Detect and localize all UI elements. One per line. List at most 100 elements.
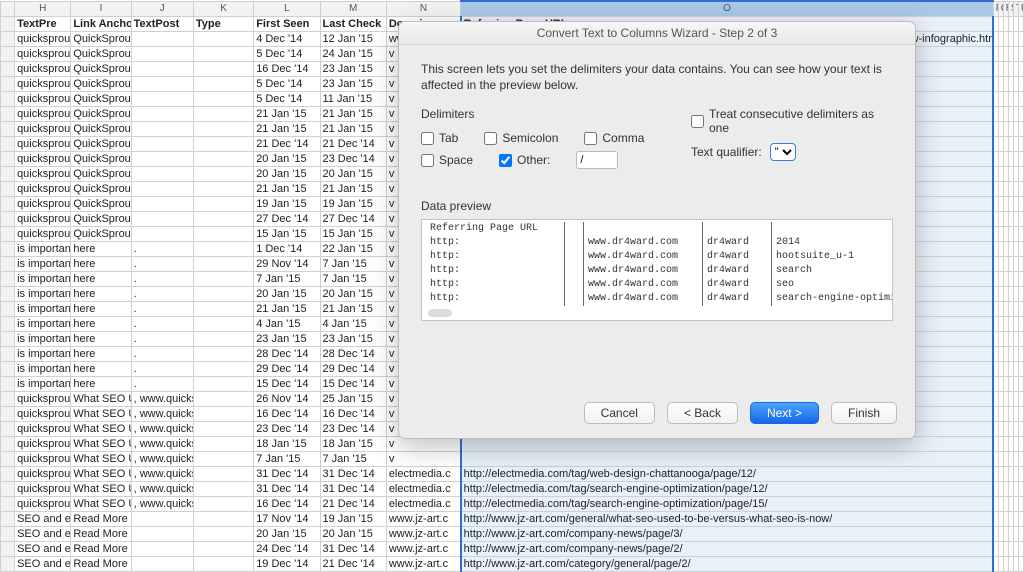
cell[interactable] <box>1018 407 1023 422</box>
cell[interactable]: quicksprout.c <box>15 497 71 512</box>
cell[interactable]: 4 Jan '15 <box>320 317 386 332</box>
cell[interactable]: . <box>131 302 193 317</box>
cell[interactable] <box>1018 242 1023 257</box>
cell[interactable]: electmedia.c <box>386 467 460 482</box>
cell[interactable]: 5 Dec '14 <box>254 47 320 62</box>
cell[interactable] <box>193 392 253 407</box>
cell[interactable]: . <box>131 257 193 272</box>
cell[interactable]: QuickSprout <box>71 137 131 152</box>
cell[interactable] <box>1018 182 1023 197</box>
cell[interactable] <box>1018 32 1023 47</box>
cell[interactable] <box>131 32 193 47</box>
cell[interactable] <box>1018 62 1023 77</box>
cell[interactable]: . <box>131 242 193 257</box>
delimiter-other[interactable]: Other: <box>499 153 550 167</box>
cell[interactable]: is important <box>15 362 71 377</box>
cell[interactable]: Read More <box>71 527 131 542</box>
delimiter-comma[interactable]: Comma <box>584 131 644 145</box>
cell[interactable]: 7 Jan '15 <box>254 272 320 287</box>
column-header[interactable]: I <box>71 1 131 17</box>
cell[interactable]: is important <box>15 272 71 287</box>
cell[interactable]: is important <box>15 242 71 257</box>
cell[interactable] <box>131 512 193 527</box>
cell[interactable]: 18 Jan '15 <box>254 437 320 452</box>
cell[interactable]: is important <box>15 332 71 347</box>
cell[interactable] <box>193 227 253 242</box>
cell[interactable]: What SEO Used <box>71 392 131 407</box>
cell[interactable] <box>193 362 253 377</box>
cell[interactable] <box>193 242 253 257</box>
cell[interactable]: 19 Dec '14 <box>254 557 320 572</box>
cell[interactable] <box>193 137 253 152</box>
cell[interactable]: 7 Jan '15 <box>320 452 386 467</box>
cell[interactable]: 20 Jan '15 <box>254 152 320 167</box>
cell[interactable]: here <box>71 272 131 287</box>
cell[interactable]: 21 Jan '15 <box>254 107 320 122</box>
cell[interactable]: http://electmedia.com/tag/search-engine-… <box>461 497 994 512</box>
cell[interactable]: 24 Jan '15 <box>320 47 386 62</box>
cell[interactable]: 12 Jan '15 <box>320 32 386 47</box>
cell[interactable] <box>193 332 253 347</box>
cell[interactable] <box>193 257 253 272</box>
cell[interactable]: quicksprout.c <box>15 407 71 422</box>
cell[interactable]: quicksprout.c <box>15 452 71 467</box>
cell[interactable]: quicksprout.c <box>15 77 71 92</box>
cell[interactable]: http://electmedia.com/tag/web-design-cha… <box>461 467 994 482</box>
cell[interactable]: is important <box>15 287 71 302</box>
cell[interactable]: Read More <box>71 557 131 572</box>
cell[interactable]: here <box>71 257 131 272</box>
cell[interactable]: here <box>71 287 131 302</box>
cell[interactable]: TextPost <box>131 17 193 32</box>
cell[interactable]: 20 Jan '15 <box>254 167 320 182</box>
cell[interactable]: . <box>131 332 193 347</box>
cell[interactable]: 21 Jan '15 <box>254 182 320 197</box>
cell[interactable]: 7 Jan '15 <box>320 272 386 287</box>
cell[interactable]: QuickSprout <box>71 92 131 107</box>
cell[interactable]: What SEO Used <box>71 497 131 512</box>
cell[interactable] <box>193 77 253 92</box>
cell[interactable] <box>193 32 253 47</box>
cell[interactable]: here <box>71 347 131 362</box>
cell[interactable]: What SEO Used <box>71 467 131 482</box>
cell[interactable]: 21 Dec '14 <box>254 137 320 152</box>
cell[interactable] <box>193 287 253 302</box>
cell[interactable] <box>131 197 193 212</box>
cell[interactable]: QuickSprout <box>71 47 131 62</box>
cell[interactable]: What SEO Used <box>71 437 131 452</box>
cell[interactable]: 16 Dec '14 <box>320 407 386 422</box>
cell[interactable]: 23 Jan '15 <box>320 77 386 92</box>
column-header[interactable]: N <box>386 1 460 17</box>
cell[interactable]: What SEO Used <box>71 422 131 437</box>
cell[interactable] <box>1018 527 1023 542</box>
cell[interactable]: QuickSprout <box>71 167 131 182</box>
column-header[interactable]: Q <box>998 1 1003 17</box>
cell[interactable] <box>1018 287 1023 302</box>
cell[interactable]: Type <box>193 17 253 32</box>
cell[interactable]: TextPre <box>15 17 71 32</box>
cell[interactable]: here <box>71 242 131 257</box>
cell[interactable]: is important <box>15 347 71 362</box>
cell[interactable] <box>193 182 253 197</box>
cell[interactable]: 15 Jan '15 <box>320 227 386 242</box>
cell[interactable]: , www.quicksprout.com <box>131 392 193 407</box>
cell[interactable] <box>131 527 193 542</box>
cell[interactable]: 21 Jan '15 <box>320 122 386 137</box>
cell[interactable]: 7 Jan '15 <box>320 257 386 272</box>
cell[interactable] <box>1018 77 1023 92</box>
delimiter-space[interactable]: Space <box>421 153 473 167</box>
text-qualifier-select[interactable]: " <box>770 143 796 161</box>
cell[interactable] <box>131 62 193 77</box>
cell[interactable]: is important <box>15 317 71 332</box>
cell[interactable]: 21 Jan '15 <box>320 182 386 197</box>
cell[interactable]: electmedia.c <box>386 497 460 512</box>
column-header[interactable]: S <box>1008 1 1013 17</box>
delimiter-semicolon[interactable]: Semicolon <box>484 131 558 145</box>
cell[interactable]: 15 Jan '15 <box>254 227 320 242</box>
column-header[interactable]: U <box>1018 1 1023 17</box>
cell[interactable]: is important <box>15 302 71 317</box>
cell[interactable] <box>1018 317 1023 332</box>
cell[interactable]: quicksprout.c <box>15 122 71 137</box>
cell[interactable]: . <box>131 362 193 377</box>
cell[interactable]: QuickSprout <box>71 77 131 92</box>
cell[interactable]: 31 Dec '14 <box>320 467 386 482</box>
